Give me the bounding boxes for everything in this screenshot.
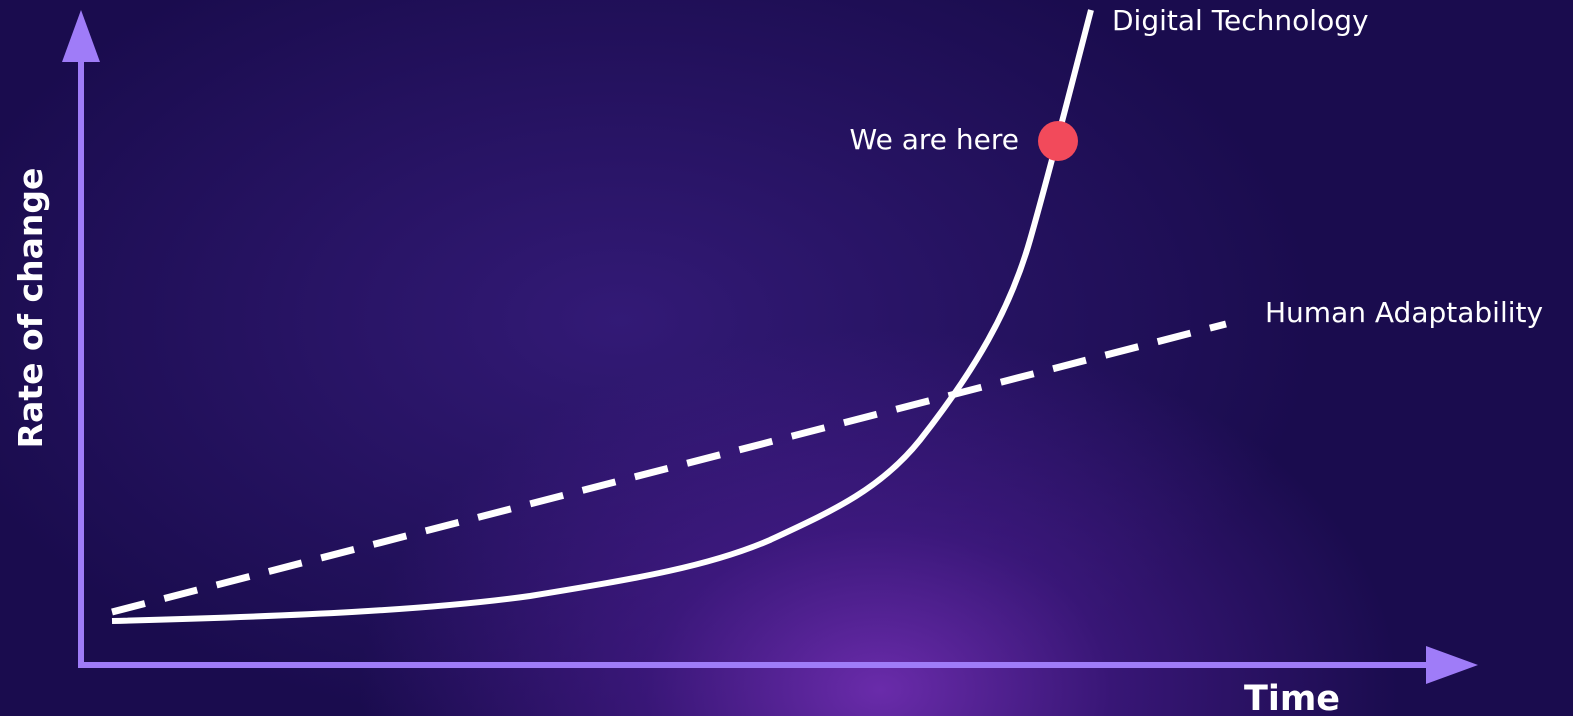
x-axis-arrowhead xyxy=(1426,646,1478,684)
diagram-svg: We are here Digital Technology Human Ada… xyxy=(11,4,1543,716)
axes xyxy=(62,10,1478,684)
y-axis-label: Rate of change xyxy=(11,168,50,449)
digital-technology-curve xyxy=(111,9,1094,624)
y-axis-arrowhead xyxy=(62,10,100,62)
marker-label: We are here xyxy=(850,123,1019,156)
x-axis-label: Time xyxy=(1244,679,1340,716)
digital-technology-label: Digital Technology xyxy=(1112,4,1369,37)
diagram-canvas: We are here Digital Technology Human Ada… xyxy=(0,0,1573,716)
human-adaptability-label: Human Adaptability xyxy=(1265,296,1543,329)
we-are-here-marker xyxy=(1038,121,1078,161)
